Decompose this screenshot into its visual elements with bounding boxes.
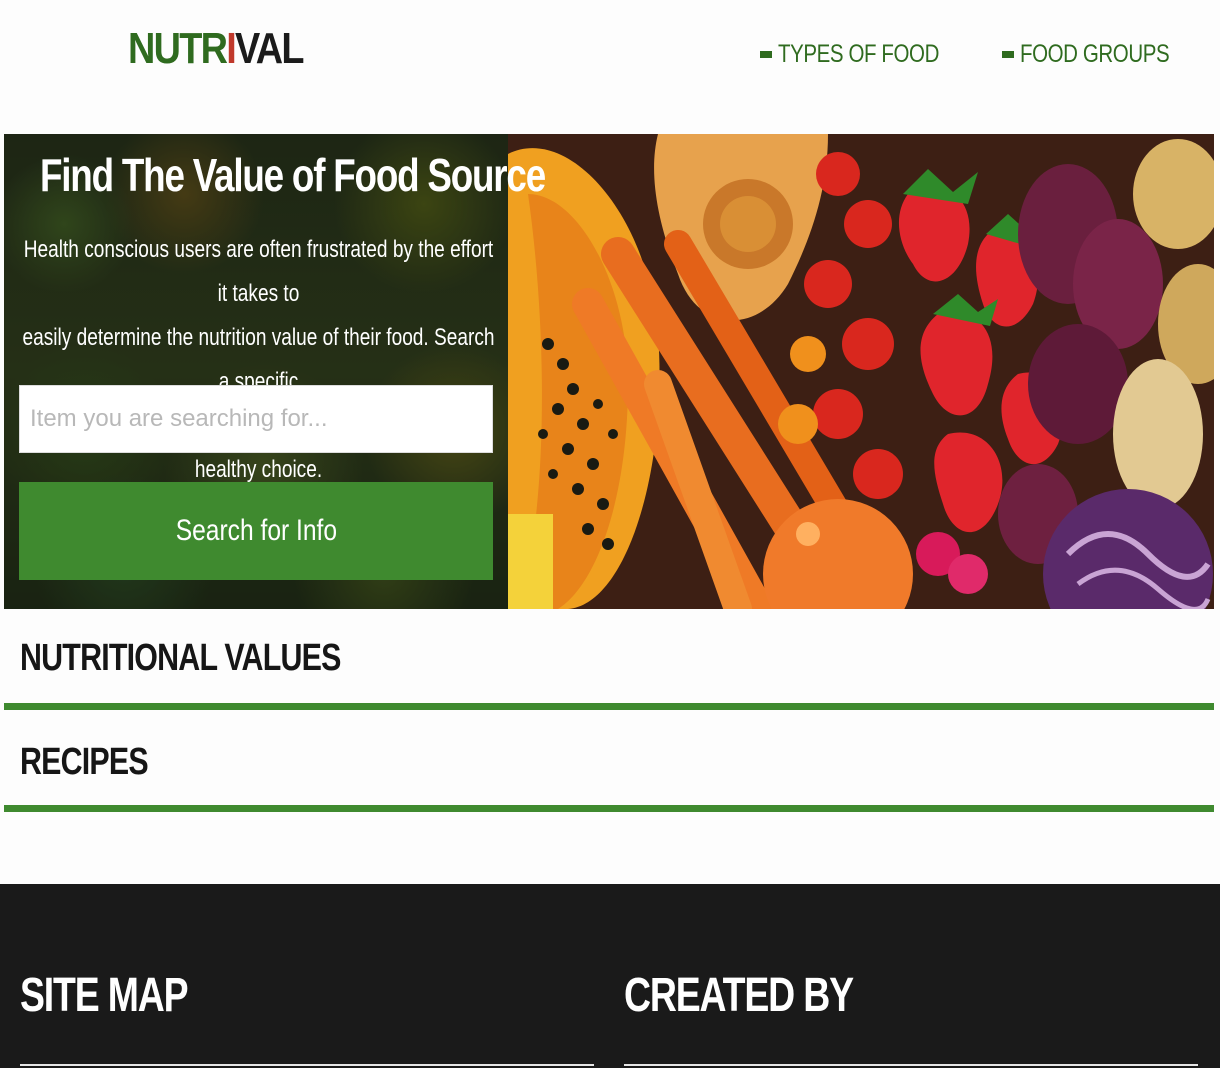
section-recipes[interactable]: RECIPES <box>4 713 1214 816</box>
section-title: RECIPES <box>20 741 149 783</box>
site-logo[interactable]: NUTRIVAL <box>128 24 304 74</box>
square-bullet-icon <box>1002 51 1015 58</box>
nav-item-label: TYPES OF FOOD <box>778 40 939 68</box>
section-title: NUTRITIONAL VALUES <box>20 637 341 679</box>
search-for-info-button[interactable]: Search for Info <box>19 482 493 580</box>
site-footer: SITE MAP CREATED BY <box>0 884 1220 1068</box>
logo-part-val: VAL <box>235 24 304 73</box>
footer-created-by-title: CREATED BY <box>624 969 854 1022</box>
footer-divider <box>20 1064 594 1066</box>
nav-item-types-of-food[interactable]: TYPES OF FOOD <box>760 40 974 69</box>
nav-item-label: FOOD GROUPS <box>1020 40 1170 68</box>
nav-item-food-groups[interactable]: FOOD GROUPS <box>1002 40 1202 69</box>
hero-search-panel: Find The Value of Food Source Health con… <box>4 134 546 609</box>
hero-description-line: Health conscious users are often frustra… <box>23 236 494 307</box>
footer-divider <box>624 1064 1198 1066</box>
logo-part-nutr: NUTR <box>128 24 228 73</box>
section-nutritional-values[interactable]: NUTRITIONAL VALUES <box>4 609 1214 713</box>
section-divider <box>4 805 1214 812</box>
search-button-label: Search for Info <box>175 514 337 547</box>
footer-site-map-title: SITE MAP <box>20 969 189 1022</box>
vegetables-photo <box>508 134 1214 609</box>
vegetables-illustration <box>508 134 1214 609</box>
main-nav: TYPES OF FOOD FOOD GROUPS <box>760 40 1202 69</box>
food-search-input[interactable] <box>19 385 493 453</box>
site-header: NUTRIVAL TYPES OF FOOD FOOD GROUPS <box>0 0 1220 134</box>
hero-banner: Find The Value of Food Source Health con… <box>4 134 1214 609</box>
section-divider <box>4 703 1214 710</box>
square-bullet-icon <box>760 51 772 58</box>
hero-title: Find The Value of Food Source <box>40 149 546 201</box>
